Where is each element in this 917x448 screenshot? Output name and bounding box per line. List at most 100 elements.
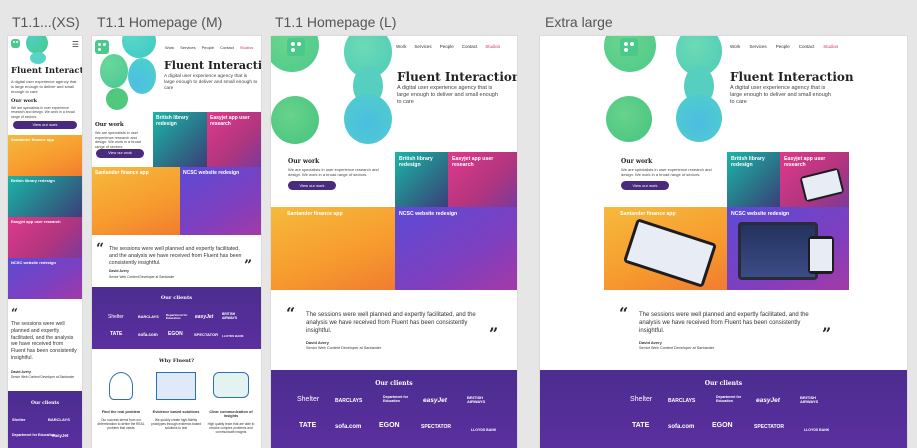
tile-easyjet[interactable]: Easyjet app user research xyxy=(448,152,517,207)
nav-contact[interactable]: Contact xyxy=(799,44,815,49)
client-logo: sofa.com xyxy=(335,424,362,430)
quote-author: David Avery xyxy=(109,269,129,273)
nav-work[interactable]: Work xyxy=(165,45,174,50)
client-logo: sofa.com xyxy=(668,424,695,430)
our-work-text: We are specialists in user experience re… xyxy=(621,167,712,177)
our-work-heading: Our work xyxy=(288,158,320,165)
client-logo: TATE xyxy=(632,422,650,429)
tile-santander[interactable]: Santander finance app xyxy=(271,207,395,290)
tile-easyjet[interactable]: Easyjet app user research xyxy=(207,112,261,167)
artboard-xs[interactable]: ☰ Fluent Interaction A digital user expe… xyxy=(8,36,82,448)
view-work-button[interactable]: View our work xyxy=(96,149,144,158)
quote-close-icon: ” xyxy=(489,324,499,343)
tile-british-library[interactable]: British library redesign xyxy=(153,112,207,167)
page-title: Fluent Interaction xyxy=(397,70,517,84)
quote-close-icon: ” xyxy=(822,324,832,343)
why-item-1: Find the real problem Our success stems … xyxy=(96,372,146,430)
quote-open-icon: “ xyxy=(96,241,105,257)
nav-services[interactable]: Services xyxy=(749,44,766,49)
tile-ncsc[interactable]: NCSC website redesign xyxy=(180,167,261,235)
artboard-xl[interactable]: Work Services People Contact Studios Flu… xyxy=(540,36,907,448)
client-logo: SPECTATOR xyxy=(421,424,452,430)
clients-section: Our clients Shelter BARCLAYS Department … xyxy=(271,370,517,448)
client-logo: easyJet xyxy=(756,397,780,404)
tile-british-library[interactable]: British library redesign xyxy=(727,152,780,207)
clients-heading: Our clients xyxy=(375,380,413,387)
view-work-button[interactable]: View our work xyxy=(621,181,669,190)
client-logo: LLOYDS BANK xyxy=(804,428,830,432)
page-title: Fluent Interaction xyxy=(11,66,82,76)
tile-ncsc[interactable]: NCSC website redesign xyxy=(395,207,517,290)
quote-role: Senior Web Content Developer at Santande… xyxy=(639,346,715,350)
client-logo: sofa.com xyxy=(138,332,158,337)
view-work-button[interactable]: View our work xyxy=(13,121,77,129)
clients-section: Our clients Shelter BARCLAYS Department … xyxy=(540,370,907,448)
tile-santander[interactable]: Santander finance app xyxy=(8,135,82,176)
tile-british-library[interactable]: British library redesign xyxy=(8,176,82,217)
logo-icon[interactable] xyxy=(11,39,20,48)
why-item-text: We quickly create high-fidelity prototyp… xyxy=(151,418,201,430)
tile-ncsc[interactable]: NCSC website redesign xyxy=(8,258,82,299)
blob-shape xyxy=(271,96,319,144)
tile-british-library[interactable]: British library redesign xyxy=(395,152,448,207)
hero-subtitle: A digital user experience agency that is… xyxy=(164,74,258,91)
hamburger-menu-icon[interactable]: ☰ xyxy=(72,40,79,49)
nav-people[interactable]: People xyxy=(202,45,214,50)
logo-icon[interactable] xyxy=(620,38,638,56)
frame-label-l: T1.1 Homepage (L) xyxy=(275,14,397,30)
frame-label-m: T1.1 Homepage (M) xyxy=(97,14,223,30)
why-item-text: High quality team that are able to resol… xyxy=(207,422,255,434)
client-logo: BARCLAYS xyxy=(138,315,159,319)
logo-icon[interactable] xyxy=(95,40,109,54)
blob-shape xyxy=(122,36,156,58)
main-nav: Work Services People Contact Studios xyxy=(396,44,500,49)
client-logo: BARCLAYS xyxy=(335,398,363,404)
logo-icon[interactable] xyxy=(287,38,305,56)
why-item-text: Our success stems from our determination… xyxy=(97,418,145,430)
nav-people[interactable]: People xyxy=(776,44,790,49)
hero-subtitle: A digital user experience agency that is… xyxy=(11,79,77,94)
client-logo: EGON xyxy=(712,422,733,429)
blob-shape xyxy=(128,58,156,94)
nav-studios[interactable]: Studios xyxy=(240,45,253,50)
client-logo: Shelter xyxy=(630,396,653,403)
nav-work[interactable]: Work xyxy=(730,44,740,49)
client-logo: Shelter xyxy=(12,417,26,422)
nav-contact[interactable]: Contact xyxy=(462,44,478,49)
client-logo: Shelter xyxy=(108,314,124,320)
quote-open-icon: “ xyxy=(286,304,296,323)
blob-shape xyxy=(30,52,46,64)
client-logo: Department for Education xyxy=(716,395,742,403)
frame-label-xl: Extra large xyxy=(545,14,613,30)
frame-label-xs: T1.1...(XS) xyxy=(12,14,80,30)
nav-services[interactable]: Services xyxy=(414,44,431,49)
tile-santander[interactable]: Santander finance app xyxy=(92,167,180,235)
nav-studios[interactable]: Studios xyxy=(485,44,500,49)
nav-services[interactable]: Services xyxy=(180,45,195,50)
our-work-text: We are specialists in user experience re… xyxy=(95,131,141,150)
clients-section: Our clients Shelter BARCLAYS Department … xyxy=(92,287,261,349)
artboard-l[interactable]: Work Services People Contact Studios Flu… xyxy=(271,36,517,448)
client-logo: Shelter xyxy=(297,396,320,403)
tile-easyjet[interactable]: Easyjet app user research xyxy=(8,217,82,258)
blob-shape xyxy=(100,54,128,88)
view-work-button[interactable]: View our work xyxy=(288,181,336,190)
nav-work[interactable]: Work xyxy=(396,44,406,49)
client-logo: EGON xyxy=(379,422,400,429)
quote-role: Senior Web Content Developer at Santande… xyxy=(306,346,382,350)
clients-section: Our clients Shelter BARCLAYS Department … xyxy=(8,391,82,448)
nav-people[interactable]: People xyxy=(440,44,454,49)
client-logo: SPECTATOR xyxy=(194,332,219,337)
quote-role: Senior Web Content Developer at Santande… xyxy=(11,375,75,379)
clients-heading: Our clients xyxy=(704,380,743,387)
why-item-title: Find the real problem xyxy=(101,410,141,414)
our-work-text: We are specialists in user experience re… xyxy=(288,167,379,177)
artboard-m[interactable]: Work Services People Contact Studios Flu… xyxy=(92,36,261,448)
main-nav: Work Services People Contact Studios xyxy=(730,44,838,49)
quote-author: David Avery xyxy=(306,340,329,345)
nav-contact[interactable]: Contact xyxy=(220,45,234,50)
our-work-heading: Our work xyxy=(621,158,653,165)
nav-studios[interactable]: Studios xyxy=(823,44,838,49)
quote-text: The sessions were well planned and exper… xyxy=(306,312,476,334)
quote-close-icon: ” xyxy=(244,258,253,274)
